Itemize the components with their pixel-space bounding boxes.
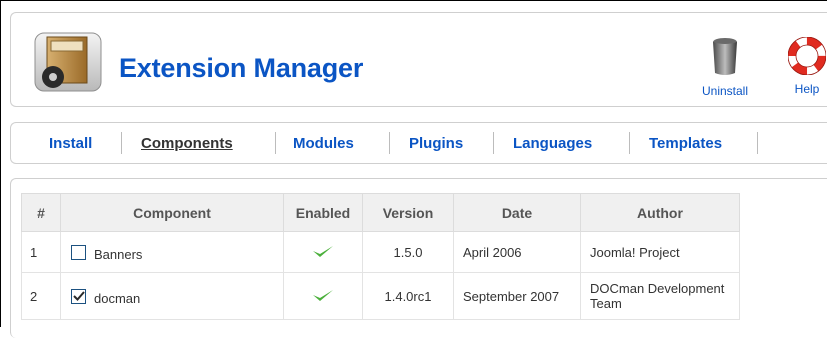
tab-templates[interactable]: Templates <box>649 135 722 152</box>
uninstall-label: Uninstall <box>701 84 749 98</box>
toolbar-panel: Extension Manager Uninstall Help <box>10 12 827 107</box>
column-header-date[interactable]: Date <box>453 193 581 232</box>
component-name: docman <box>94 291 141 306</box>
date-cell: April 2006 <box>453 231 581 273</box>
component-cell: Banners <box>60 231 284 273</box>
version-cell: 1.4.0rc1 <box>362 272 454 320</box>
version-cell: 1.5.0 <box>362 231 454 273</box>
tab-divider <box>275 132 276 154</box>
components-table: # Component Enabled Version Date Author … <box>21 193 740 320</box>
author-cell: Joomla! Project <box>580 231 740 273</box>
column-header-number[interactable]: # <box>21 193 61 232</box>
tab-components[interactable]: Components <box>141 135 233 152</box>
row-select-checkbox[interactable] <box>71 288 86 304</box>
row-number: 1 <box>21 231 61 273</box>
author-cell: DOCman Development Team <box>580 272 740 320</box>
tab-divider <box>757 132 758 154</box>
tab-install[interactable]: Install <box>49 135 92 152</box>
extension-manager-icon <box>33 27 105 95</box>
row-number: 2 <box>21 272 61 320</box>
checkmark-icon <box>73 290 85 301</box>
help-label: Help <box>794 82 820 96</box>
uninstall-button[interactable]: Uninstall <box>695 37 755 98</box>
tab-modules[interactable]: Modules <box>293 135 354 152</box>
column-header-author[interactable]: Author <box>580 193 740 232</box>
table-row: 2 docman 1.4.0rc1 September 2007 DOCman … <box>21 272 740 320</box>
row-select-checkbox[interactable] <box>71 244 86 260</box>
tab-divider <box>121 132 122 154</box>
column-header-enabled[interactable]: Enabled <box>283 193 363 232</box>
enabled-cell <box>283 231 363 273</box>
help-button[interactable]: Help <box>783 36 827 96</box>
tab-plugins[interactable]: Plugins <box>409 135 463 152</box>
column-header-version[interactable]: Version <box>362 193 454 232</box>
tab-divider <box>389 132 390 154</box>
table-row: 1 Banners 1.5.0 April 2006 Joomla! Proje… <box>21 231 740 273</box>
check-icon[interactable] <box>312 245 334 262</box>
page-title: Extension Manager <box>119 53 364 83</box>
tab-languages[interactable]: Languages <box>513 135 592 152</box>
component-cell: docman <box>60 272 284 320</box>
submenu-tabs: Install Components Modules Plugins Langu… <box>10 122 827 164</box>
lifebuoy-icon <box>787 36 827 80</box>
column-header-component[interactable]: Component <box>60 193 284 232</box>
trash-can-icon <box>712 37 738 82</box>
date-cell: September 2007 <box>453 272 581 320</box>
tab-divider <box>629 132 630 154</box>
enabled-cell <box>283 272 363 320</box>
component-name: Banners <box>94 247 143 262</box>
check-icon[interactable] <box>312 289 334 306</box>
tab-divider <box>493 132 494 154</box>
table-header-row: # Component Enabled Version Date Author <box>21 193 740 232</box>
